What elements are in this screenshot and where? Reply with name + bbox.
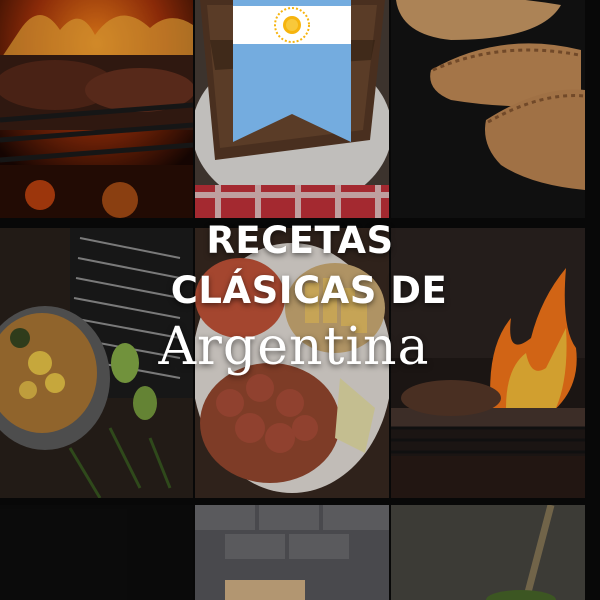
title-line-clasicas-de: CLÁSICAS DE bbox=[170, 269, 448, 312]
title-line-argentina: Argentina bbox=[158, 317, 430, 377]
cover-title: RECETAS CLÁSICAS DE Argentina bbox=[0, 216, 600, 378]
empanadas-photo bbox=[391, 0, 585, 218]
kitchen-tile-photo bbox=[195, 505, 389, 600]
dark-tile-photo bbox=[0, 505, 193, 600]
mate-tile-photo bbox=[391, 505, 585, 600]
asado-grill-photo bbox=[0, 0, 193, 218]
recipe-cover: RECETAS CLÁSICAS DE Argentina bbox=[0, 0, 600, 600]
argentina-flag-ribbon-icon bbox=[233, 0, 351, 142]
title-line-recetas: RECETAS bbox=[206, 219, 394, 262]
